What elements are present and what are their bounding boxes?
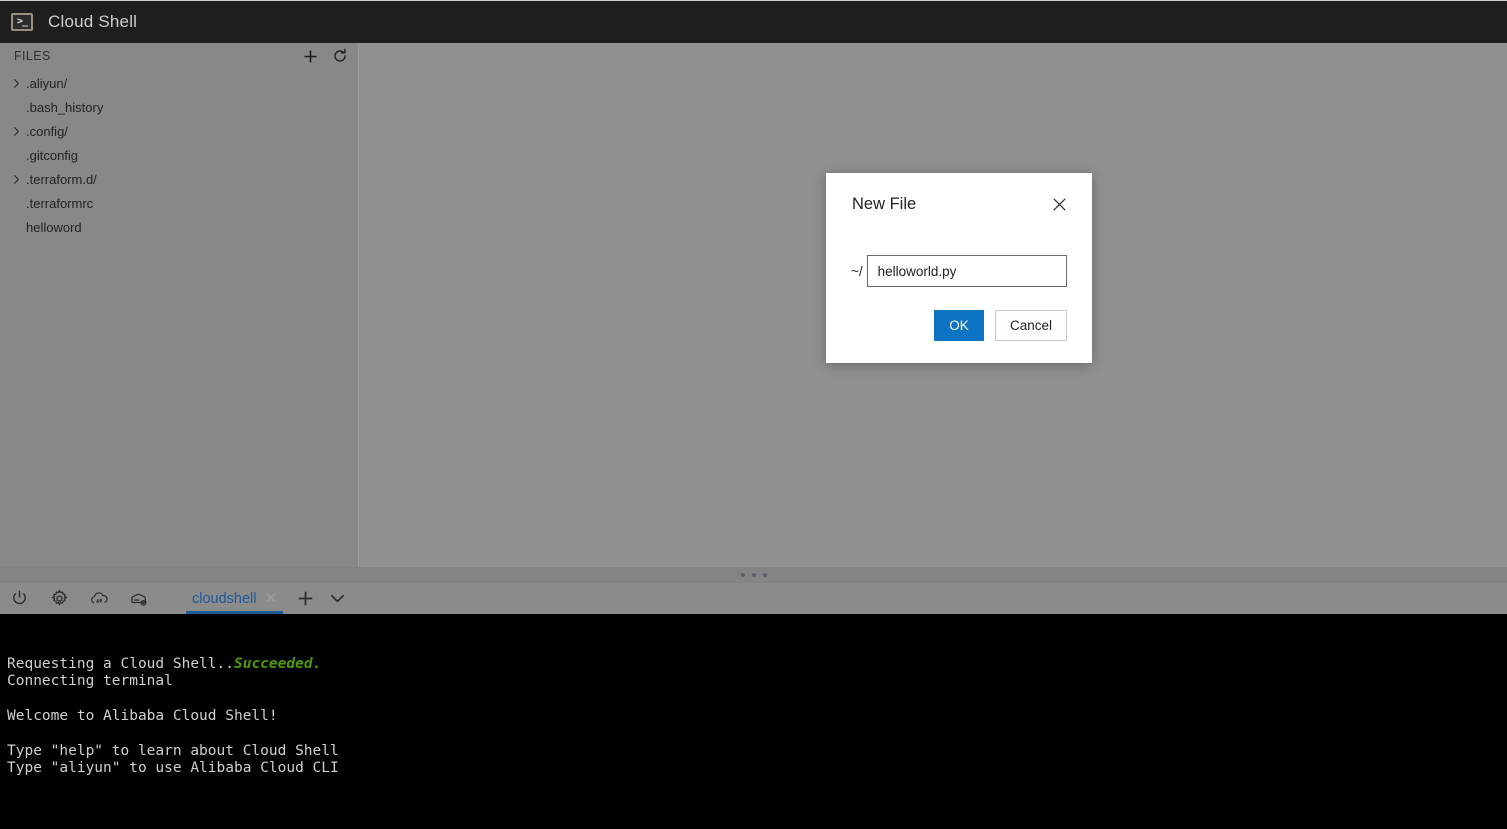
workspace: FILES .aliyun/ .bash_history .config/ .gitc… [0,43,1507,575]
file-tree-item[interactable]: .gitconfig [0,143,358,167]
terminal-icon-glyph: >_ [16,16,28,27]
toolbar-icons [0,586,152,612]
refresh-icon[interactable] [330,46,350,66]
terminal-line: Requesting a Cloud Shell..Succeeded. [7,656,1507,673]
terminal-lines: Requesting a Cloud Shell..Succeeded. Conn… [7,656,1507,795]
terminal-text: Succeeded. [233,655,322,672]
close-icon[interactable] [1048,193,1070,215]
terminal-text: Connecting terminal [7,673,173,690]
dialog-footer: OK Cancel [933,310,1067,341]
files-header-label: FILES [14,49,51,63]
terminal-tabs: cloudshell ✕ [182,583,351,614]
terminal-line: Welcome to Alibaba Cloud Shell! [7,708,1507,725]
cloud-transfer-icon[interactable] [86,586,112,612]
new-file-dialog: New File ~/ OK Cancel [826,173,1092,363]
file-tree-item-label: helloword [26,219,82,235]
terminal-line: Type "aliyun" to use Alibaba Cloud CLI [7,760,1507,777]
file-explorer-sidebar: FILES .aliyun/ .bash_history .config/ .gitc… [0,43,358,575]
file-tree-item[interactable]: .terraformrc [0,191,358,215]
path-prefix-label: ~/ [851,263,863,279]
file-tree-item[interactable]: .config/ [0,119,358,143]
files-header: FILES [0,43,358,69]
chevron-down-icon[interactable] [323,585,351,613]
file-name-input[interactable] [866,255,1067,287]
dialog-title: New File [852,194,917,213]
panel-splitter[interactable] [0,567,1507,583]
file-tree-item[interactable]: helloword [0,215,358,239]
file-tree-item[interactable]: .bash_history [0,95,358,119]
file-tree-item-label: .gitconfig [26,147,79,163]
gear-icon[interactable] [46,586,72,612]
chevron-right-icon[interactable] [8,171,24,187]
plus-icon[interactable] [291,585,319,613]
ok-button[interactable]: OK [933,310,984,341]
terminal-output[interactable]: Requesting a Cloud Shell..Succeeded. Conn… [0,614,1507,829]
power-icon[interactable] [6,586,32,612]
dialog-header: New File [826,173,1092,235]
cloud-shell-window: >_ Cloud Shell FILES .aliyun/.bash_histo… [0,0,1507,829]
tab-cloudshell[interactable]: cloudshell ✕ [182,583,287,614]
file-tree-item-label: .aliyun/ [26,75,68,91]
file-tree-item[interactable]: .terraform.d/ [0,167,358,191]
dialog-body: ~/ [826,243,1092,299]
tab-cloudshell-label: cloudshell [192,590,257,607]
file-tree-item-label: .bash_history [26,99,104,115]
terminal-text: Type "aliyun" to use Alibaba Cloud CLI [7,760,339,777]
close-icon[interactable]: ✕ [265,591,278,606]
file-tree: .aliyun/ .bash_history .config/ .gitconfig.… [0,69,358,239]
chevron-right-icon[interactable] [8,123,24,139]
drag-handle-dots-icon [740,573,767,577]
page-title: Cloud Shell [48,12,138,31]
terminal-text: Requesting a Cloud Shell.. [7,655,234,672]
terminal-toolbar: cloudshell ✕ [0,583,1507,614]
files-header-actions [300,43,350,69]
file-tree-item[interactable]: .aliyun/ [0,71,358,95]
terminal-text: Type "help" to learn about Cloud Shell [7,742,339,759]
terminal-text: Welcome to Alibaba Cloud Shell! [7,707,278,724]
terminal-icon: >_ [10,12,34,32]
terminal-line: Type "help" to learn about Cloud Shell [7,743,1507,760]
cancel-button[interactable]: Cancel [994,310,1067,341]
file-tree-item-label: .terraformrc [26,195,94,211]
plus-icon[interactable] [300,46,320,66]
file-tree-item-label: .terraform.d/ [26,171,97,187]
storage-icon[interactable] [126,586,152,612]
terminal-line: Connecting terminal [7,673,1507,690]
title-bar: >_ Cloud Shell [0,0,1507,43]
chevron-right-icon[interactable] [8,75,24,91]
file-tree-item-label: .config/ [26,123,68,139]
